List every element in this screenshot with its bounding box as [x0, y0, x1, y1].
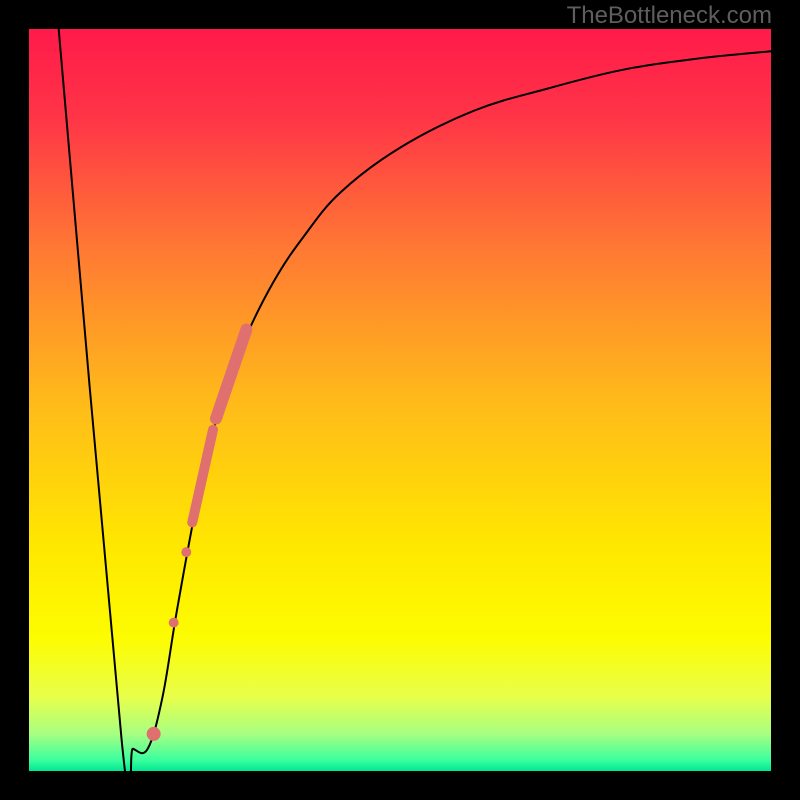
chart-svg	[29, 29, 771, 771]
plot-area	[29, 29, 771, 771]
watermark-text: TheBottleneck.com	[567, 2, 772, 30]
dot-c	[147, 727, 161, 741]
dot-a	[181, 547, 191, 557]
chart-frame: TheBottleneck.com	[0, 0, 800, 800]
dot-b	[169, 618, 179, 628]
gradient-background	[29, 29, 771, 771]
